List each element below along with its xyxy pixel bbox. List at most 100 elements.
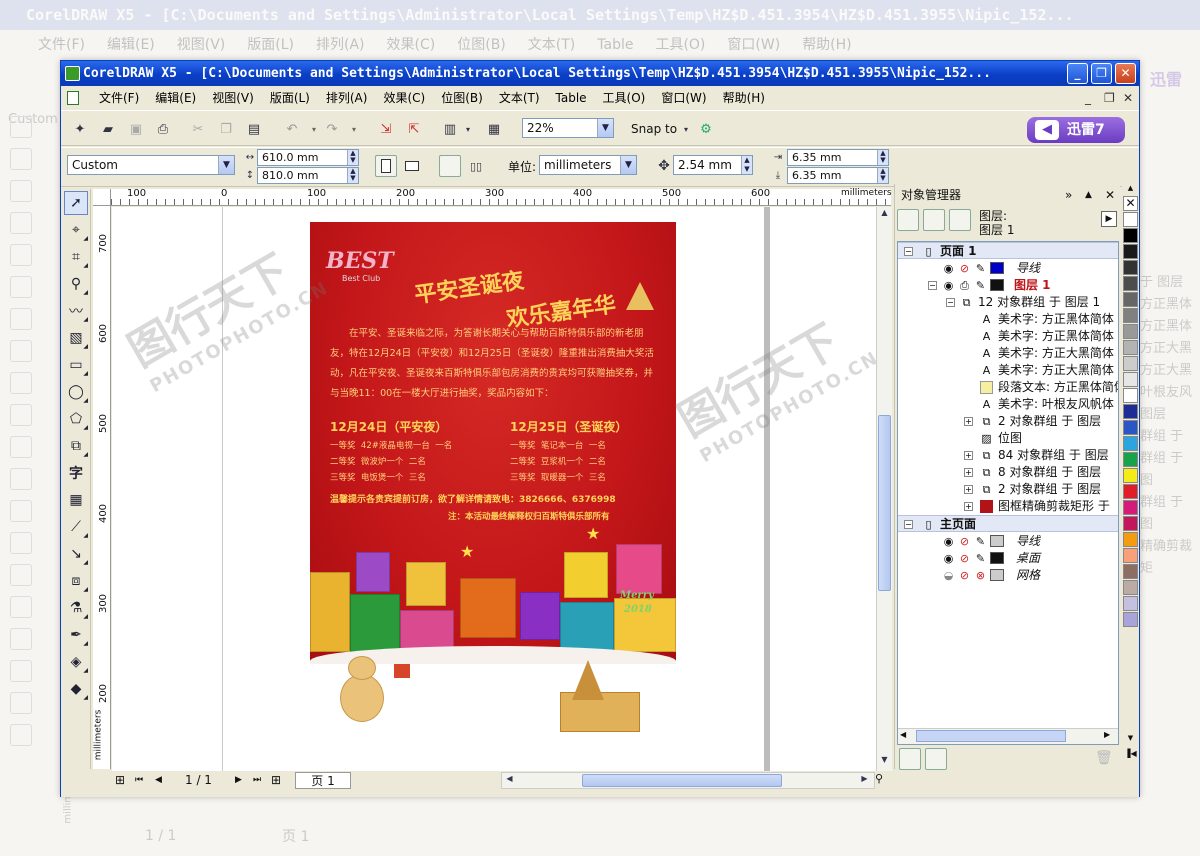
- eye-icon[interactable]: ◉: [942, 262, 955, 275]
- tree-item[interactable]: 段落文本: 方正黑体简体: [898, 379, 1118, 396]
- horizontal-ruler[interactable]: 100 0 100 200 300 400 500 600 millimeter…: [111, 188, 892, 206]
- color-swatch[interactable]: [1123, 580, 1138, 595]
- pencil-icon[interactable]: ✎: [974, 552, 987, 565]
- restore-button[interactable]: ❐: [1091, 63, 1112, 84]
- color-swatch[interactable]: [1123, 420, 1138, 435]
- color-swatch[interactable]: [1123, 292, 1138, 307]
- new-document-icon[interactable]: ✦: [71, 120, 89, 138]
- menu-effects[interactable]: 效果(C): [375, 90, 433, 106]
- tree-horizontal-scrollbar[interactable]: ◀ ▶: [898, 728, 1118, 744]
- expand-icon[interactable]: +: [964, 417, 973, 426]
- zoom-level-input[interactable]: 22% ▼: [522, 118, 614, 138]
- previous-page-icon[interactable]: ◀: [155, 772, 162, 789]
- tree-guides-layer[interactable]: ◉ ⊘ ✎ 导线: [898, 260, 1118, 277]
- menu-view[interactable]: 视图(V): [204, 90, 262, 106]
- color-swatch[interactable]: [1123, 324, 1138, 339]
- color-swatch[interactable]: [1123, 388, 1138, 403]
- eyedropper-tool-icon[interactable]: ⚗ ◢: [64, 596, 88, 620]
- scroll-up-icon[interactable]: ▲: [878, 208, 891, 221]
- menu-text[interactable]: 文本(T): [491, 90, 548, 106]
- outline-tool-icon[interactable]: ✒ ◢: [64, 623, 88, 647]
- connector-tool-icon[interactable]: ↘ ◢: [64, 542, 88, 566]
- crop-tool-icon[interactable]: ⌗ ◢: [64, 245, 88, 269]
- palette-scroll-down-icon[interactable]: ▼: [1123, 734, 1138, 744]
- color-swatch[interactable]: [1123, 308, 1138, 323]
- scroll-left-icon[interactable]: ◀: [900, 730, 906, 739]
- export-icon[interactable]: ⇱: [405, 120, 423, 138]
- doc-close-button[interactable]: ✕: [1123, 91, 1133, 105]
- tree-group-2b[interactable]: + ⧉ 2 对象群组 于 图层: [898, 481, 1118, 498]
- portrait-toggle[interactable]: [375, 155, 397, 177]
- tree-item[interactable]: A 美术字: 叶根友风帆体: [898, 396, 1118, 413]
- duplicate-x-input[interactable]: 6.35 mm ▲ ▼: [787, 149, 889, 166]
- tree-master-guides[interactable]: ◉ ⊘ ✎ 导线: [898, 533, 1118, 550]
- horizontal-scrollbar[interactable]: ◀ ▶: [501, 772, 875, 789]
- dupx-spinner-icon[interactable]: ▲ ▼: [877, 150, 888, 165]
- tree-desktop[interactable]: ◉ ⊘ ✎ 桌面: [898, 550, 1118, 567]
- color-swatch[interactable]: [1123, 212, 1138, 227]
- vertical-scrollbar[interactable]: ▲ ▼: [876, 207, 892, 771]
- minimize-button[interactable]: _: [1067, 63, 1088, 84]
- application-launcher-icon[interactable]: ▥: [441, 120, 459, 138]
- palette-expand-icon[interactable]: ▐◀: [1123, 749, 1138, 761]
- tree-master-page[interactable]: − ▯ 主页面: [898, 515, 1118, 532]
- page-width-input[interactable]: 610.0 mm ▲ ▼: [257, 149, 359, 166]
- collapse-icon[interactable]: −: [904, 520, 913, 529]
- expand-icon[interactable]: +: [964, 502, 973, 511]
- undo-dropdown-icon[interactable]: ▾: [305, 120, 323, 138]
- poster-artwork[interactable]: BEST Best Club 平安圣诞夜 欢乐嘉年华 在平安、圣诞来临之际，为答…: [310, 222, 676, 664]
- current-page-icon[interactable]: ▯▯: [467, 157, 485, 175]
- copy-icon[interactable]: ❐: [217, 120, 235, 138]
- collapse-icon[interactable]: −: [946, 298, 955, 307]
- color-swatch[interactable]: [1123, 340, 1138, 355]
- object-tree[interactable]: − ▯ 页面 1 ◉ ⊘ ✎ 导线 − ◉ ⎙ ✎ 图层 1 − ⧉ 12 对象…: [897, 241, 1119, 745]
- pencil-icon[interactable]: ✎: [974, 262, 987, 275]
- redo-dropdown-icon[interactable]: ▾: [345, 120, 363, 138]
- color-swatch[interactable]: [1123, 436, 1138, 451]
- tree-group-8[interactable]: + ⧉ 8 对象群组 于 图层: [898, 464, 1118, 481]
- welcome-screen-icon[interactable]: ▦: [485, 120, 503, 138]
- tree-bitmap[interactable]: ▨ 位图: [898, 430, 1118, 447]
- menu-arrange[interactable]: 排列(A): [318, 90, 376, 106]
- palette-scroll-up-icon[interactable]: ▲: [1123, 184, 1138, 194]
- menu-edit[interactable]: 编辑(E): [147, 90, 204, 106]
- print-disabled-icon[interactable]: ⊘: [958, 535, 971, 548]
- menu-window[interactable]: 窗口(W): [653, 90, 714, 106]
- chevron-down-icon[interactable]: ▼: [620, 156, 636, 174]
- next-page-icon[interactable]: ▶: [235, 772, 242, 789]
- menu-help[interactable]: 帮助(H): [715, 90, 773, 106]
- height-spinner-icon[interactable]: ▲ ▼: [347, 168, 358, 183]
- color-swatch[interactable]: [1123, 532, 1138, 547]
- tree-item[interactable]: A 美术字: 方正大黑简体: [898, 345, 1118, 362]
- menu-file[interactable]: 文件(F): [91, 90, 147, 106]
- tree-item[interactable]: A 美术字: 方正黑体简体: [898, 328, 1118, 345]
- print-disabled-icon[interactable]: ⊘: [958, 552, 971, 565]
- vertical-scroll-thumb[interactable]: [878, 415, 891, 591]
- interactive-fill-tool-icon[interactable]: ◆ ◢: [64, 677, 88, 701]
- add-page-before-icon[interactable]: ⊞: [115, 772, 125, 789]
- scroll-right-icon[interactable]: ▶: [1104, 730, 1110, 739]
- expand-docker-icon[interactable]: »: [1065, 184, 1072, 206]
- ellipse-tool-icon[interactable]: ◯ ◢: [64, 380, 88, 404]
- width-spinner-icon[interactable]: ▲ ▼: [347, 150, 358, 165]
- color-swatch[interactable]: [1123, 516, 1138, 531]
- cut-icon[interactable]: ✂: [189, 120, 207, 138]
- chevron-down-icon[interactable]: ▼: [597, 119, 613, 137]
- page-height-input[interactable]: 810.0 mm ▲ ▼: [257, 167, 359, 184]
- menu-layout[interactable]: 版面(L): [262, 90, 318, 106]
- show-properties-icon[interactable]: [897, 209, 919, 231]
- color-swatch[interactable]: [1123, 484, 1138, 499]
- eye-icon[interactable]: ◉: [942, 535, 955, 548]
- color-swatch[interactable]: [1123, 228, 1138, 243]
- scroll-right-icon[interactable]: ▶: [858, 774, 871, 787]
- collapse-docker-icon[interactable]: ▲: [1085, 184, 1092, 206]
- smart-fill-tool-icon[interactable]: ▧ ◢: [64, 326, 88, 350]
- color-swatch[interactable]: [1123, 500, 1138, 515]
- horizontal-scroll-thumb[interactable]: [582, 774, 782, 787]
- collapse-icon[interactable]: −: [904, 247, 913, 256]
- color-swatch[interactable]: [1123, 244, 1138, 259]
- eye-icon[interactable]: ◉: [942, 279, 955, 292]
- first-page-icon[interactable]: ⏮: [135, 772, 143, 789]
- options-icon[interactable]: ⚙: [697, 120, 715, 138]
- layer-manager-view-icon[interactable]: [949, 209, 971, 231]
